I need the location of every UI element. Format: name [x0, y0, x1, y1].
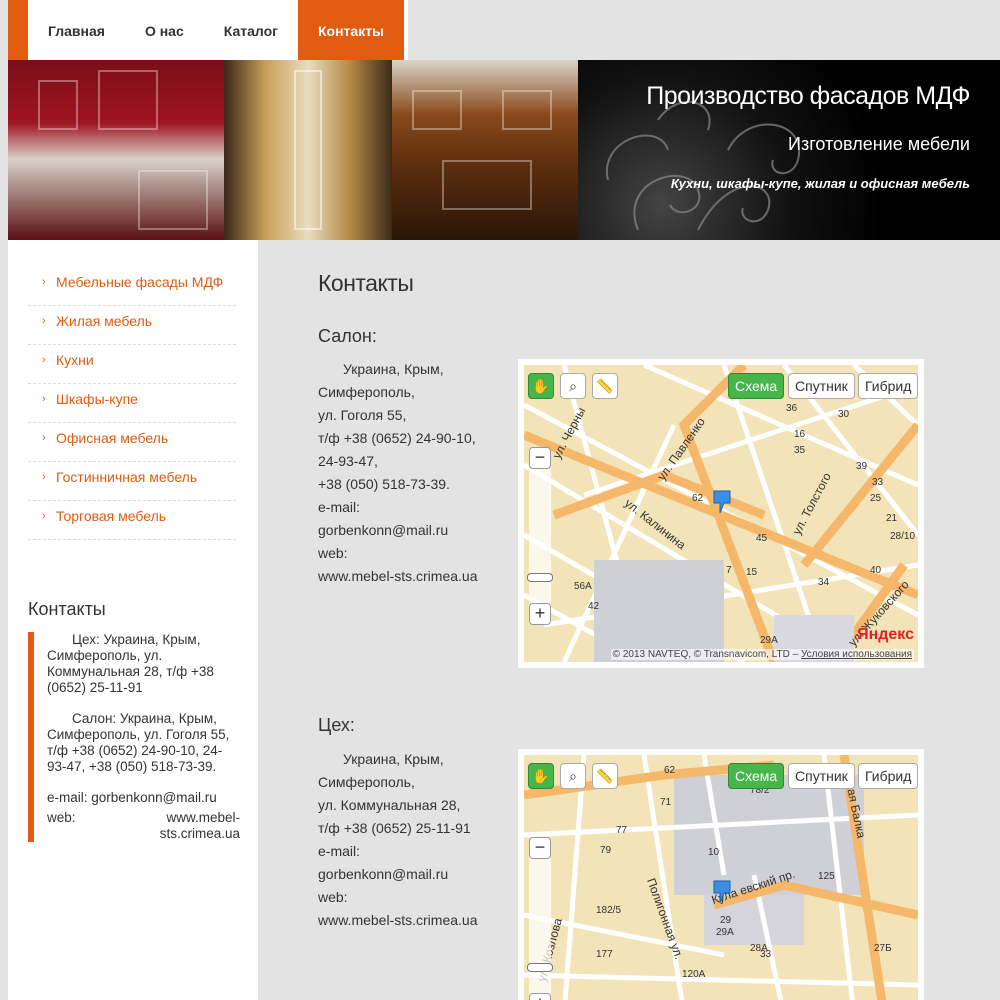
- sidebar-email-label: e-mail:: [47, 790, 88, 805]
- category-menu: › Мебельные фасады МДФ › Жилая мебель › Кух…: [28, 267, 236, 540]
- chevron-right-icon: ›: [42, 315, 46, 327]
- workshop-title: Цех:: [318, 715, 355, 735]
- zoom-area-tool-icon[interactable]: ⌕: [560, 373, 586, 399]
- header-banner: Производство фасадов МДФ Изготовление ме…: [8, 60, 1000, 240]
- menu-item-wardrobes[interactable]: › Шкафы-купе: [28, 384, 236, 423]
- chevron-right-icon: ›: [42, 471, 46, 483]
- main-content: Контакты Салон: Украина, Крым, Симферопо…: [258, 240, 1000, 1000]
- chevron-right-icon: ›: [42, 510, 46, 522]
- salon-email[interactable]: gorbenkonn@mail.ru: [318, 519, 508, 542]
- yandex-logo: Яндекс: [857, 626, 914, 643]
- nav-home[interactable]: Главная: [28, 0, 125, 60]
- ruler-tool-icon[interactable]: 📏: [592, 373, 618, 399]
- kitchen-photo-wood: [392, 60, 578, 240]
- salon-title: Салон:: [318, 326, 377, 346]
- zoom-area-tool-icon[interactable]: ⌕: [560, 763, 586, 789]
- zoom-out-button[interactable]: −: [529, 837, 551, 859]
- sidebar-email[interactable]: gorbenkonn@mail.ru: [91, 790, 217, 805]
- main-nav: Главная О нас Каталог Контакты: [8, 0, 408, 60]
- map-canvas[interactable]: ул. Павленко ул. Калинина ул. Толстого у…: [524, 365, 918, 662]
- map-canvas[interactable]: Полигонная ул. Кула евский пр. ул. Козло…: [524, 755, 918, 1000]
- menu-item-home-furniture[interactable]: › Жилая мебель: [28, 306, 236, 345]
- menu-item-kitchens[interactable]: › Кухни: [28, 345, 236, 384]
- pan-tool-icon[interactable]: ✋: [528, 763, 554, 789]
- sidebar-web-label: web:: [47, 810, 76, 825]
- map-type-hybrid[interactable]: Гибрид: [858, 763, 918, 789]
- workshop-map[interactable]: Полигонная ул. Кула евский пр. ул. Козло…: [518, 749, 924, 1000]
- map-type-satellite[interactable]: Спутник: [788, 373, 855, 399]
- sidebar: › Мебельные фасады МДФ › Жилая мебель › Кух…: [8, 240, 258, 1000]
- location-pin-icon[interactable]: [712, 879, 732, 905]
- menu-item-mdf-facades[interactable]: › Мебельные фасады МДФ: [28, 267, 236, 306]
- map-type-scheme[interactable]: Схема: [728, 763, 785, 789]
- zoom-handle[interactable]: [527, 963, 553, 972]
- banner-title: Производство фасадов МДФ: [646, 82, 970, 110]
- banner-tagline: Кухни, шкафы-купе, жилая и офисная мебел…: [670, 176, 970, 191]
- salon-address: Украина, Крым, Симферополь, ул. Гоголя 5…: [318, 358, 508, 588]
- sidebar-workshop-text: Цех: Украина, Крым, Симферополь, ул. Ком…: [47, 632, 214, 695]
- zoom-slider[interactable]: − +: [527, 837, 553, 1000]
- sidebar-salon-text: Салон: Украина, Крым, Симферополь, ул. Г…: [47, 711, 230, 774]
- zoom-out-button[interactable]: −: [529, 447, 551, 469]
- zoom-in-button[interactable]: +: [529, 603, 551, 625]
- workshop-address: Украина, Крым, Симферополь, ул. Коммунал…: [318, 748, 508, 932]
- salon-web[interactable]: www.mebel-sts.crimea.ua: [318, 565, 508, 588]
- menu-item-office-furniture[interactable]: › Офисная мебель: [28, 423, 236, 462]
- sidebar-contacts-title: Контакты: [28, 599, 106, 619]
- nav-about[interactable]: О нас: [125, 0, 204, 60]
- map-type-satellite[interactable]: Спутник: [788, 763, 855, 789]
- decorative-swirl: Производство фасадов МДФ Изготовление ме…: [578, 60, 1000, 240]
- sidebar-web[interactable]: www.mebel-sts.crimea.ua: [120, 810, 240, 842]
- top-bar: Главная О нас Каталог Контакты: [0, 0, 1000, 60]
- location-pin-icon[interactable]: [712, 489, 732, 515]
- menu-item-retail-furniture[interactable]: › Торговая мебель: [28, 501, 236, 540]
- chevron-right-icon: ›: [42, 393, 46, 405]
- sidebar-contacts-box: Цех: Украина, Крым, Симферополь, ул. Ком…: [28, 632, 240, 842]
- workshop-email[interactable]: gorbenkonn@mail.ru: [318, 863, 508, 886]
- page-title: Контакты: [318, 270, 414, 296]
- salon-map[interactable]: ул. Павленко ул. Калинина ул. Толстого у…: [518, 359, 924, 668]
- nav-contacts[interactable]: Контакты: [298, 0, 405, 60]
- kitchen-photo-red: [8, 60, 224, 240]
- zoom-in-button[interactable]: +: [529, 993, 551, 1000]
- chevron-right-icon: ›: [42, 276, 46, 288]
- ruler-tool-icon[interactable]: 📏: [592, 763, 618, 789]
- pan-tool-icon[interactable]: ✋: [528, 373, 554, 399]
- chevron-right-icon: ›: [42, 354, 46, 366]
- terms-link[interactable]: Условия использования: [801, 649, 912, 660]
- workshop-web[interactable]: www.mebel-sts.crimea.ua: [318, 909, 508, 932]
- map-copyright: © 2013 NAVTEQ, © Transnavicom, LTD – Усл…: [610, 649, 914, 660]
- banner-subtitle: Изготовление мебели: [788, 134, 970, 154]
- menu-item-hotel-furniture[interactable]: › Гостинничная мебель: [28, 462, 236, 501]
- zoom-slider[interactable]: − +: [527, 447, 553, 625]
- chevron-right-icon: ›: [42, 432, 46, 444]
- wardrobe-photo: [224, 60, 392, 240]
- nav-catalog[interactable]: Каталог: [204, 0, 298, 60]
- map-type-scheme[interactable]: Схема: [728, 373, 785, 399]
- zoom-handle[interactable]: [527, 573, 553, 582]
- map-type-hybrid[interactable]: Гибрид: [858, 373, 918, 399]
